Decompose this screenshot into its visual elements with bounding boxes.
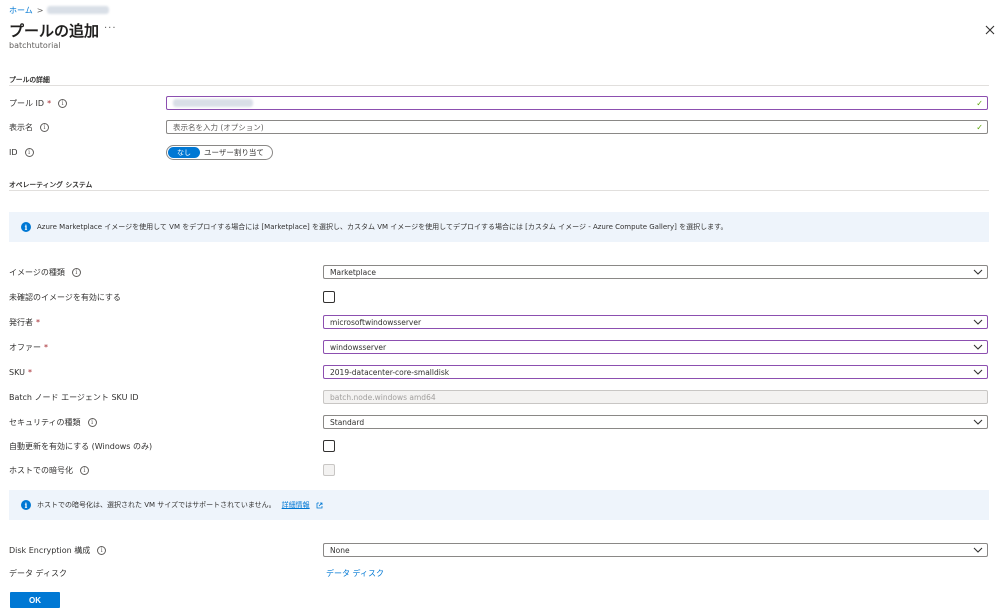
page-subtitle: batchtutorial	[9, 41, 61, 50]
offer-label: オファー *	[9, 340, 48, 354]
required-marker: *	[44, 342, 48, 352]
agent-sku-input: batch.node.windows amd64	[323, 390, 988, 404]
sku-label-text: SKU	[9, 367, 25, 377]
identity-label: ID i	[9, 145, 34, 159]
ok-button[interactable]: OK	[10, 592, 60, 608]
close-button[interactable]	[984, 24, 996, 36]
identity-toggle[interactable]: なし ユーザー割り当て	[166, 145, 273, 160]
chevron-down-icon	[973, 369, 983, 375]
breadcrumb-separator: >	[36, 5, 44, 15]
publisher-dropdown[interactable]: microsoftwindowsserver	[323, 315, 988, 329]
pool-id-label-text: プール ID	[9, 98, 45, 108]
pool-id-input[interactable]: ✓	[166, 96, 988, 110]
info-banner-host-encryption: i ホストでの暗号化は、選択された VM サイズではサポートされていません。 詳…	[9, 490, 989, 520]
data-disk-link[interactable]: データ ディスク	[326, 568, 384, 579]
disk-encryption-value: None	[330, 545, 350, 555]
sku-label: SKU *	[9, 365, 32, 379]
security-type-value: Standard	[330, 417, 365, 427]
info-filled-icon: i	[21, 222, 31, 232]
host-encryption-label-text: ホストでの暗号化	[9, 465, 73, 475]
info-icon[interactable]: i	[24, 147, 34, 157]
unverified-checkbox[interactable]	[323, 291, 335, 303]
data-disk-label: データ ディスク	[9, 566, 67, 580]
breadcrumb: ホーム >	[9, 4, 110, 16]
security-type-dropdown[interactable]: Standard	[323, 415, 988, 429]
required-marker: *	[36, 317, 40, 327]
section-title-pool-details: プールの詳細	[9, 76, 50, 84]
pool-id-label: プール ID * i	[9, 96, 68, 110]
breadcrumb-home-link[interactable]: ホーム	[9, 5, 33, 16]
valid-check-icon: ✓	[976, 99, 983, 108]
host-encryption-label: ホストでの暗号化 i	[9, 463, 89, 477]
identity-label-text: ID	[9, 147, 18, 157]
info-icon[interactable]: i	[80, 465, 89, 475]
chevron-down-icon	[973, 419, 983, 425]
info-icon[interactable]: i	[40, 122, 49, 132]
disk-encryption-dropdown[interactable]: None	[323, 543, 988, 557]
identity-option-none[interactable]: なし	[168, 147, 200, 158]
valid-check-icon: ✓	[976, 123, 983, 132]
disk-encryption-label: Disk Encryption 構成 i	[9, 543, 107, 557]
host-encryption-banner-text: ホストでの暗号化は、選択された VM サイズではサポートされていません。	[37, 501, 276, 509]
identity-option-user-assigned[interactable]: ユーザー割り当て	[200, 147, 264, 158]
display-name-label: 表示名 i	[9, 120, 49, 134]
info-banner-text: Azure Marketplace イメージを使用して VM をデプロイする場合…	[37, 223, 728, 231]
more-options-button[interactable]: ···	[104, 23, 117, 34]
sku-dropdown[interactable]: 2019-datacenter-core-smalldisk	[323, 365, 988, 379]
info-icon[interactable]: i	[87, 417, 97, 427]
publisher-label-text: 発行者	[9, 317, 33, 327]
image-type-value: Marketplace	[330, 267, 376, 277]
chevron-down-icon	[973, 269, 983, 275]
auto-update-checkbox[interactable]	[323, 440, 335, 452]
chevron-down-icon	[973, 547, 983, 553]
agent-sku-label-text: Batch ノード エージェント SKU ID	[9, 392, 139, 402]
display-name-placeholder: 表示名を入力 (オプション)	[173, 122, 264, 132]
disk-encryption-label-text: Disk Encryption 構成	[9, 545, 91, 555]
data-disk-label-text: データ ディスク	[9, 568, 67, 578]
info-filled-icon: i	[21, 500, 31, 510]
auto-update-label-text: 自動更新を有効にする (Windows のみ)	[9, 441, 153, 451]
learn-more-link[interactable]: 詳細情報	[282, 500, 310, 510]
info-banner-marketplace: i Azure Marketplace イメージを使用して VM をデプロイする…	[9, 212, 989, 242]
section-divider	[9, 85, 989, 86]
display-name-label-text: 表示名	[9, 122, 33, 132]
info-icon[interactable]: i	[71, 267, 81, 277]
external-link-icon	[316, 502, 323, 508]
publisher-value: microsoftwindowsserver	[330, 317, 422, 327]
offer-dropdown[interactable]: windowsserver	[323, 340, 988, 354]
section-divider	[9, 190, 989, 191]
sku-value: 2019-datacenter-core-smalldisk	[330, 367, 450, 377]
pool-id-redacted-value	[173, 99, 253, 107]
display-name-input[interactable]: 表示名を入力 (オプション) ✓	[166, 120, 988, 134]
image-type-label: イメージの種類 i	[9, 265, 81, 279]
unverified-label-text: 未確認のイメージを有効にする	[9, 292, 121, 302]
host-encryption-checkbox	[323, 464, 335, 476]
breadcrumb-redacted-item[interactable]	[47, 6, 110, 14]
section-title-os: オペレーティング システム	[9, 181, 93, 189]
security-type-label-text: セキュリティの種類	[9, 417, 81, 427]
security-type-label: セキュリティの種類 i	[9, 415, 97, 429]
unverified-label: 未確認のイメージを有効にする	[9, 290, 121, 304]
page-title: プールの追加	[9, 22, 100, 40]
image-type-dropdown[interactable]: Marketplace	[323, 265, 988, 279]
auto-update-label: 自動更新を有効にする (Windows のみ)	[9, 439, 152, 453]
offer-value: windowsserver	[330, 342, 387, 352]
required-marker: *	[27, 367, 32, 377]
chevron-down-icon	[973, 344, 983, 350]
publisher-label: 発行者 *	[9, 315, 40, 329]
close-icon	[985, 25, 995, 35]
info-icon[interactable]: i	[97, 545, 107, 555]
required-marker: *	[47, 98, 52, 108]
info-icon[interactable]: i	[58, 98, 68, 108]
agent-sku-value: batch.node.windows amd64	[330, 392, 436, 402]
chevron-down-icon	[973, 319, 983, 325]
image-type-label-text: イメージの種類	[9, 267, 65, 277]
agent-sku-label: Batch ノード エージェント SKU ID	[9, 390, 139, 404]
offer-label-text: オファー	[9, 342, 41, 352]
